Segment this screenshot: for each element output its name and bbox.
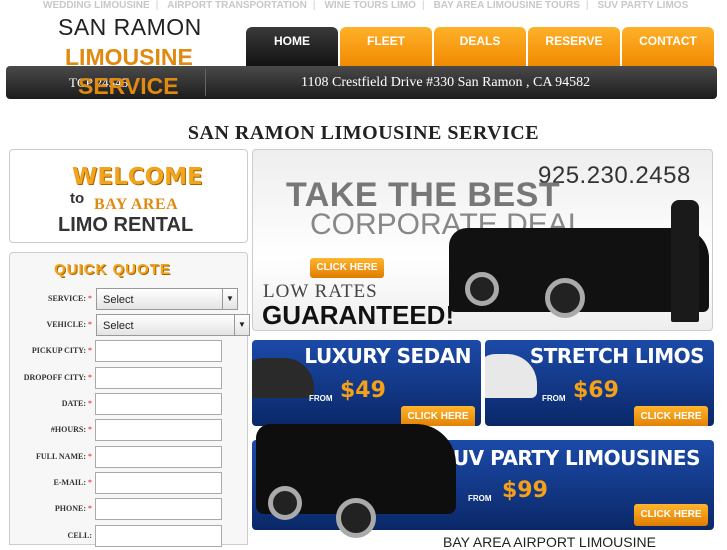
car-wheel xyxy=(268,486,302,520)
top-link-tours[interactable]: BAY AREA LIMOUSINE TOURS xyxy=(434,0,580,11)
luxury-sedan-promo[interactable]: LUXURY SEDAN FROM $49 CLICK HERE xyxy=(252,340,481,426)
field-label: DATE: xyxy=(61,399,86,408)
field-label: PHONE: xyxy=(54,504,86,513)
promo-price: $69 xyxy=(573,378,619,403)
top-links: WEDDING LIMOUSINE | AIRPORT TRANSPORTATIO… xyxy=(43,0,689,11)
car-wheel xyxy=(465,272,499,306)
chauffeur-image xyxy=(671,200,699,322)
field-label: FULL NAME: xyxy=(36,452,86,461)
field-label: VEHICLE: xyxy=(46,320,86,329)
corporate-deal-banner[interactable]: 925.230.2458 TAKE THE BEST CORPORATE DEA… xyxy=(252,149,713,331)
main-nav: HOME FLEET DEALS RESERVE CONTACT xyxy=(246,27,716,67)
car-wheel xyxy=(545,278,585,318)
nav-fleet[interactable]: FLEET xyxy=(340,27,432,67)
pickup-city-input[interactable] xyxy=(95,340,222,362)
welcome-limo-rental: LIMO RENTAL xyxy=(58,214,194,236)
page-title: SAN RAMON LIMOUSINE SERVICE xyxy=(187,122,540,144)
car-wheel xyxy=(336,498,376,538)
promo-from: FROM xyxy=(542,394,566,403)
top-link-wedding[interactable]: WEDDING LIMOUSINE xyxy=(43,0,150,11)
email-input[interactable] xyxy=(95,472,222,494)
field-cell: CELL: xyxy=(10,525,249,547)
full-name-input[interactable] xyxy=(95,446,222,468)
logo-line1[interactable]: SAN RAMON xyxy=(58,14,202,41)
stretch-limos-click-here-button[interactable]: CLICK HERE xyxy=(634,406,708,426)
promo-from: FROM xyxy=(468,494,492,503)
promo-from: FROM xyxy=(309,394,333,403)
nav-deals[interactable]: DEALS xyxy=(434,27,526,67)
promo-title: LUXURY SEDAN xyxy=(304,344,471,368)
welcome-bay-area: BAY AREA xyxy=(94,196,179,213)
nav-contact[interactable]: CONTACT xyxy=(622,27,714,67)
bar-divider xyxy=(205,69,206,96)
logo-line3[interactable]: SERVICE xyxy=(78,73,179,100)
date-input[interactable] xyxy=(95,393,222,415)
field-label: PICKUP CITY: xyxy=(31,346,86,355)
field-service: SERVICE: * Select ▼ xyxy=(10,288,249,310)
welcome-text: WELCOME xyxy=(72,164,203,190)
cell-input[interactable] xyxy=(95,525,222,547)
service-select[interactable]: Select ▼ xyxy=(96,288,238,310)
top-link-airport[interactable]: AIRPORT TRANSPORTATION xyxy=(167,0,307,11)
promo-price: $99 xyxy=(502,478,548,503)
hero-click-here-button[interactable]: CLICK HERE xyxy=(310,258,384,278)
field-label: #HOURS: xyxy=(50,425,86,434)
phone-number: 925.230.2458 xyxy=(538,162,691,189)
field-email: E-MAIL: * xyxy=(10,472,249,494)
address: 1108 Crestfield Drive #330 San Ramon , C… xyxy=(301,75,591,90)
suv-party-click-here-button[interactable]: CLICK HERE xyxy=(634,504,708,526)
chevron-down-icon[interactable]: ▼ xyxy=(222,289,237,309)
guaranteed-text: GUARANTEED! xyxy=(262,300,455,330)
nav-home[interactable]: HOME xyxy=(246,27,338,67)
chevron-down-icon[interactable]: ▼ xyxy=(234,315,249,335)
field-phone: PHONE: * xyxy=(10,498,249,520)
hours-input[interactable] xyxy=(95,419,222,441)
promo-price: $49 xyxy=(340,378,386,403)
field-vehicle: VEHICLE: * Select ▼ xyxy=(10,314,250,336)
stretch-limos-promo[interactable]: STRETCH LIMOS FROM $69 CLICK HERE xyxy=(485,340,714,426)
field-label: DROPOFF CITY: xyxy=(23,373,86,382)
field-hours: #HOURS: * xyxy=(10,419,249,441)
welcome-to: to xyxy=(70,190,85,207)
dropoff-city-input[interactable] xyxy=(95,367,222,389)
phone-input[interactable] xyxy=(95,498,222,520)
vehicle-select[interactable]: Select ▼ xyxy=(96,314,250,336)
field-pickup-city: PICKUP CITY: * xyxy=(10,340,249,362)
field-dropoff-city: DROPOFF CITY: * xyxy=(10,367,249,389)
nav-reserve[interactable]: RESERVE xyxy=(528,27,620,67)
top-link-wine[interactable]: WINE TOURS LIMO xyxy=(324,0,415,11)
quick-quote-form: QUICK QUOTE SERVICE: * Select ▼ VEHICLE: … xyxy=(9,252,250,547)
field-label: SERVICE: xyxy=(48,294,86,303)
field-full-name: FULL NAME: * xyxy=(10,446,249,468)
promo-title: SUV PARTY LIMOUSINES xyxy=(439,446,700,470)
promo-title: STRETCH LIMOS xyxy=(529,344,705,368)
top-link-suv[interactable]: SUV PARTY LIMOS xyxy=(597,0,688,11)
welcome-banner: WELCOME to BAY AREA LIMO RENTAL xyxy=(9,149,248,243)
luxury-sedan-click-here-button[interactable]: CLICK HERE xyxy=(401,406,475,426)
field-label: CELL: xyxy=(67,531,92,540)
quick-quote-title: QUICK QUOTE xyxy=(54,261,171,278)
field-label: E-MAIL: xyxy=(53,478,86,487)
airport-limousine-heading: BAY AREA AIRPORT LIMOUSINE xyxy=(443,534,656,550)
field-date: DATE: * xyxy=(10,393,249,415)
